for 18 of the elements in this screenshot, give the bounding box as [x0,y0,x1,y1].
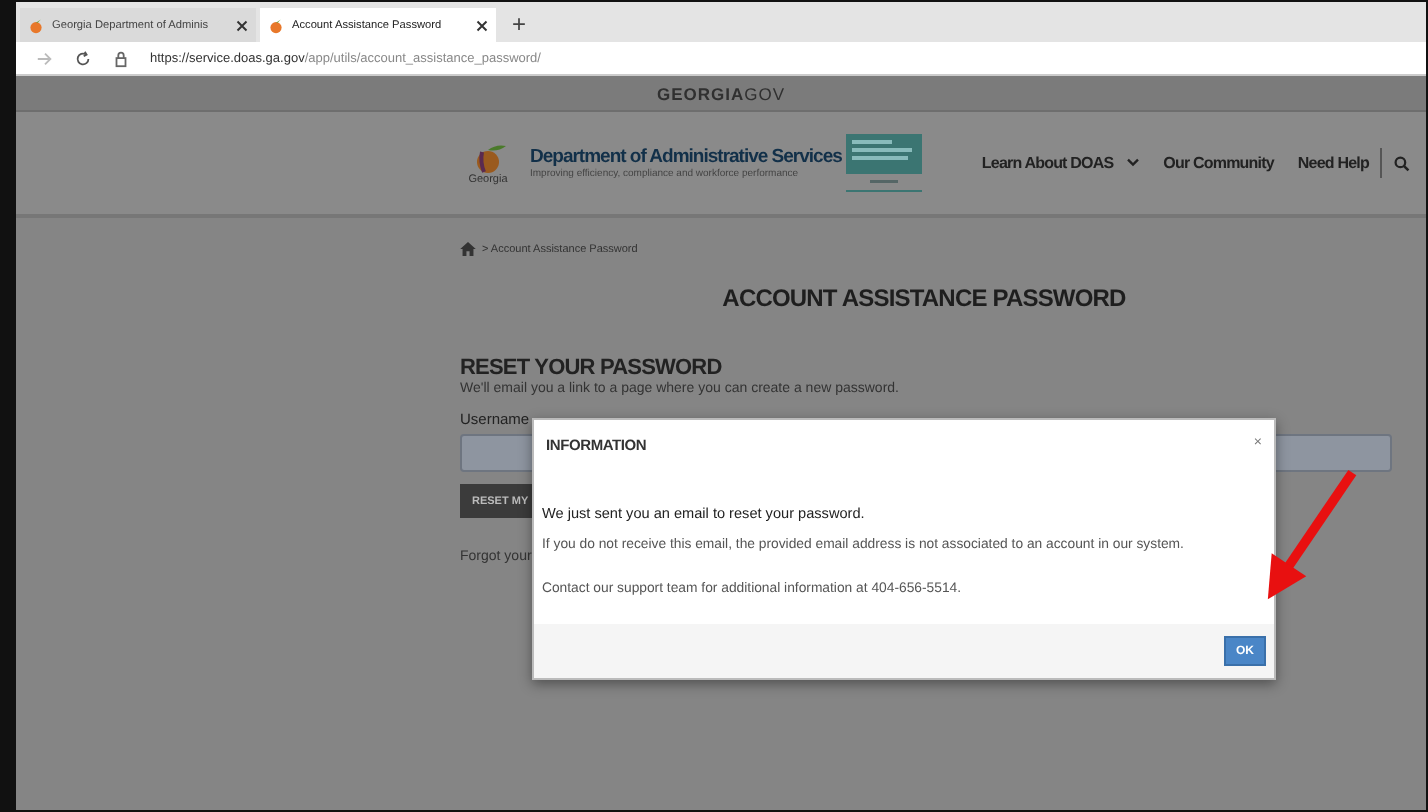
new-tab-button[interactable]: + [500,8,539,42]
nav-link[interactable]: Learn About DOAS [981,154,1114,172]
site-title[interactable]: Department of Administrative Services [530,146,842,168]
lock-icon [112,49,130,67]
reload-icon[interactable] [74,49,92,67]
award-logo [845,133,922,193]
chevron-down-icon[interactable] [1125,158,1140,168]
home-icon[interactable] [460,242,476,256]
section-heading: RESET YOUR PASSWORD [460,356,724,380]
site-brand[interactable]: GEORGIAGOV [656,83,786,103]
close-icon[interactable] [236,19,248,31]
close-icon[interactable] [476,19,488,31]
page-title: ACCOUNT ASSISTANCE PASSWORD [720,284,1128,312]
search-icon[interactable] [1394,155,1411,171]
nav-link[interactable]: Our Community [1163,154,1274,172]
nav-link[interactable]: Need Help [1297,154,1369,172]
peach-icon [28,17,44,33]
peach-icon [268,17,284,33]
